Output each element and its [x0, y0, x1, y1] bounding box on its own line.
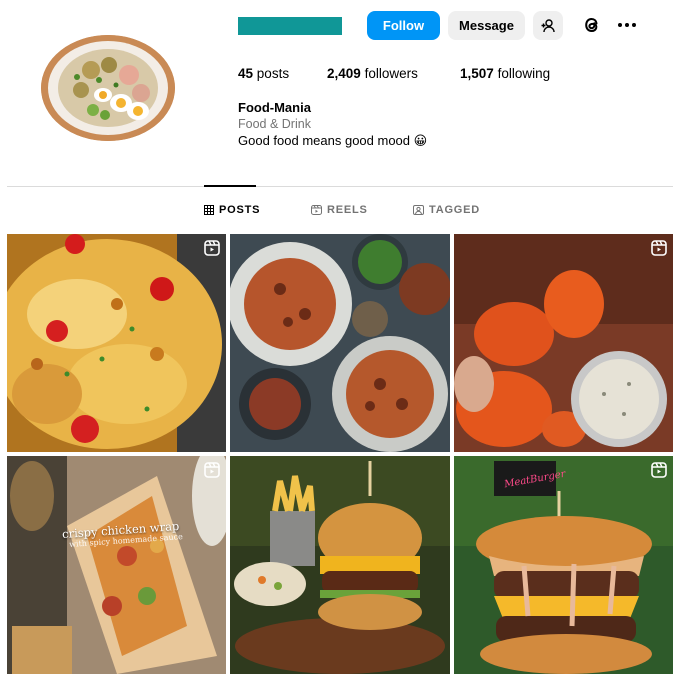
threads-icon[interactable]	[581, 14, 603, 36]
username-redacted	[238, 17, 342, 35]
reel-icon	[204, 462, 220, 478]
followers-count[interactable]: 2,409 followers	[327, 66, 418, 81]
profile-name: Food-Mania	[238, 100, 311, 115]
add-person-icon	[541, 18, 555, 32]
following-count[interactable]: 1,507 following	[460, 66, 550, 81]
tab-posts[interactable]: POSTS	[204, 204, 260, 216]
suggest-accounts-button[interactable]	[533, 11, 563, 40]
more-options-icon[interactable]	[615, 14, 639, 36]
tabs-divider	[7, 186, 673, 187]
reel-icon	[204, 240, 220, 256]
tagged-icon	[413, 205, 424, 215]
tab-tagged[interactable]: TAGGED	[413, 204, 480, 216]
post-tile[interactable]	[7, 234, 226, 452]
reel-icon	[651, 240, 667, 256]
reel-icon	[651, 462, 667, 478]
post-tile[interactable]: MeatBurger	[454, 456, 673, 674]
tab-reels[interactable]: REELS	[311, 204, 368, 216]
profile-bio: Good food means good mood 😀	[238, 133, 428, 148]
grid-icon	[204, 205, 214, 215]
message-button[interactable]: Message	[448, 11, 525, 40]
posts-grid: crispy chicken wrap with spicy homemade …	[7, 234, 673, 674]
post-tile[interactable]	[230, 234, 450, 452]
post-tile[interactable]	[454, 234, 673, 452]
post-tile[interactable]	[230, 456, 450, 674]
reels-icon	[311, 205, 322, 215]
follow-button[interactable]: Follow	[367, 11, 440, 40]
profile-avatar[interactable]	[41, 35, 175, 141]
active-tab-indicator	[204, 185, 256, 187]
profile-category: Food & Drink	[238, 117, 311, 131]
posts-count: 45 posts	[238, 66, 290, 81]
post-tile[interactable]: crispy chicken wrap with spicy homemade …	[7, 456, 226, 674]
